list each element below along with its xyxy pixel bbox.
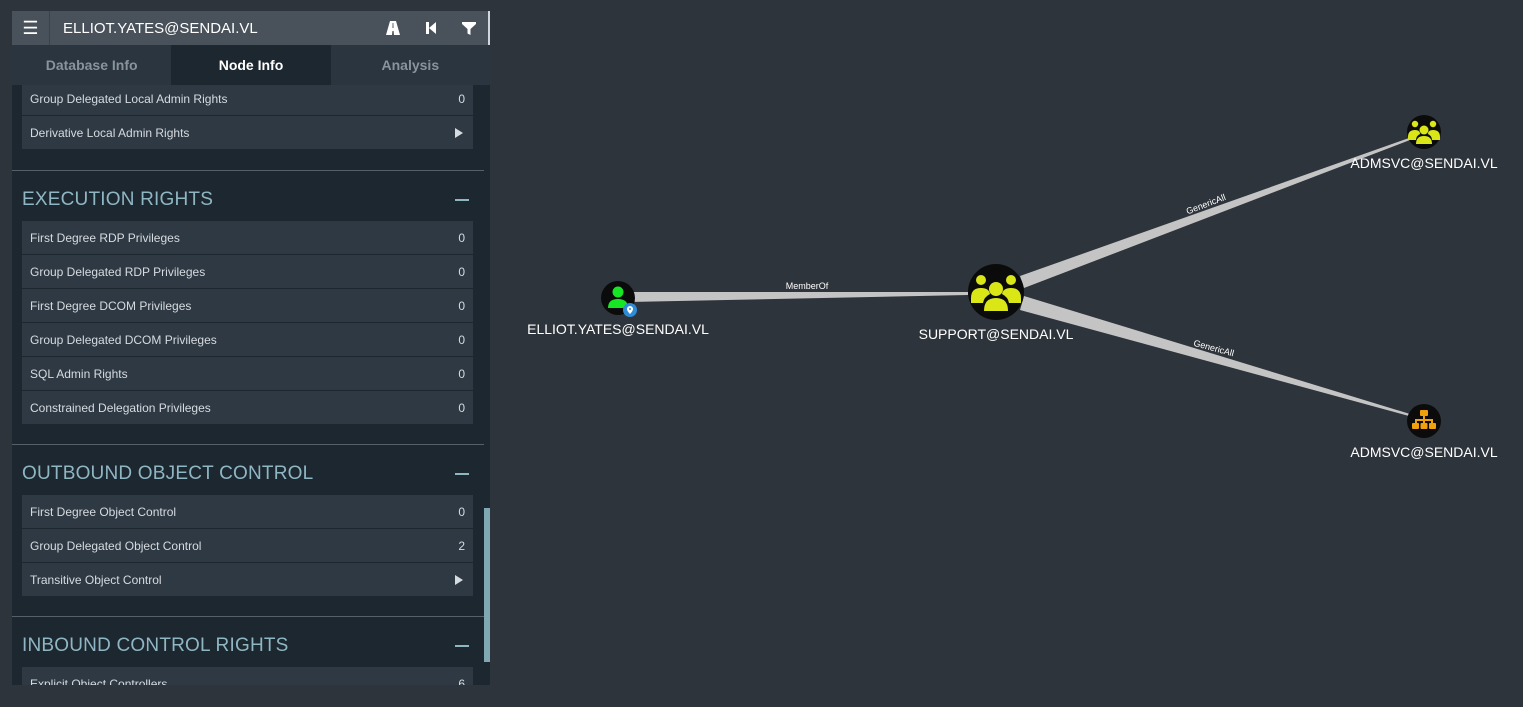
row-value: 0: [458, 264, 465, 279]
row-value: 0: [458, 366, 465, 381]
row-value: 0: [458, 298, 465, 313]
row-value: 0: [458, 332, 465, 347]
row-group-delegated-object-control[interactable]: Group Delegated Object Control 2: [22, 529, 473, 562]
minus-icon[interactable]: [455, 199, 469, 201]
hamburger-menu-icon[interactable]: ☰: [12, 11, 50, 45]
search-input[interactable]: ELLIOT.YATES@SENDAI.VL: [50, 20, 374, 37]
edge-genericall-ou[interactable]: GenericAll: [1020, 296, 1410, 416]
row-label: First Degree DCOM Privileges: [30, 298, 192, 313]
row-value: 0: [458, 504, 465, 519]
row-value: 0: [458, 230, 465, 245]
row-derivative-local-admin[interactable]: Derivative Local Admin Rights: [22, 116, 473, 149]
row-label: Transitive Object Control: [30, 572, 162, 587]
row-label: Derivative Local Admin Rights: [30, 125, 190, 140]
search-bar: ☰ ELLIOT.YATES@SENDAI.VL: [12, 11, 490, 45]
row-label: First Degree RDP Privileges: [30, 230, 180, 245]
section-divider: [12, 616, 484, 617]
row-label: First Degree Object Control: [30, 504, 177, 519]
tab-node-info[interactable]: Node Info: [171, 45, 331, 85]
tab-bar: Database Info Node Info Analysis: [12, 45, 490, 85]
section-outbound-object-control[interactable]: OUTBOUND OBJECT CONTROL: [22, 459, 473, 489]
section-execution-rights[interactable]: EXECUTION RIGHTS: [22, 185, 473, 215]
play-icon[interactable]: [455, 127, 463, 138]
node-user-elliot-yates[interactable]: ELLIOT.YATES@SENDAI.VL: [527, 281, 709, 337]
scrollbar-thumb[interactable]: [484, 508, 490, 662]
section-title-text: INBOUND CONTROL RIGHTS: [22, 635, 289, 656]
tab-database-info[interactable]: Database Info: [12, 45, 172, 85]
filter-icon[interactable]: [450, 11, 488, 45]
minus-icon[interactable]: [455, 645, 469, 647]
node-info-panel: Group Delegated Local Admin Rights 0 Der…: [12, 85, 484, 685]
section-title-text: EXECUTION RIGHTS: [22, 189, 214, 210]
row-first-degree-object-control[interactable]: First Degree Object Control 0: [22, 495, 473, 528]
row-value: 2: [458, 538, 465, 553]
tab-analysis[interactable]: Analysis: [330, 45, 490, 85]
row-group-delegated-dcom[interactable]: Group Delegated DCOM Privileges 0: [22, 323, 473, 356]
row-label: Group Delegated DCOM Privileges: [30, 332, 217, 347]
section-title-text: OUTBOUND OBJECT CONTROL: [22, 463, 314, 484]
minus-icon[interactable]: [455, 473, 469, 475]
row-first-degree-rdp[interactable]: First Degree RDP Privileges 0: [22, 221, 473, 254]
row-label: Group Delegated Local Admin Rights: [30, 91, 228, 106]
edge-memberof[interactable]: MemberOf: [628, 281, 968, 302]
row-label: Constrained Delegation Privileges: [30, 400, 211, 415]
scrollbar-track[interactable]: [484, 85, 490, 685]
step-backward-icon[interactable]: [412, 11, 450, 45]
row-group-delegated-rdp[interactable]: Group Delegated RDP Privileges 0: [22, 255, 473, 288]
play-icon[interactable]: [455, 574, 463, 585]
row-sql-admin[interactable]: SQL Admin Rights 0: [22, 357, 473, 390]
node-label-admsvc-ou: ADMSVC@SENDAI.VL: [1350, 444, 1497, 460]
row-group-delegated-local-admin[interactable]: Group Delegated Local Admin Rights 0: [22, 85, 473, 115]
row-transitive-object-control[interactable]: Transitive Object Control: [22, 563, 473, 596]
section-inbound-control-rights[interactable]: INBOUND CONTROL RIGHTS: [22, 631, 473, 661]
node-group-admsvc[interactable]: ADMSVC@SENDAI.VL: [1350, 115, 1498, 171]
edge-label-memberof: MemberOf: [786, 281, 829, 291]
map-marker-icon: [623, 303, 637, 317]
row-label: Group Delegated Object Control: [30, 538, 202, 553]
section-divider: [12, 444, 484, 445]
node-label-user: ELLIOT.YATES@SENDAI.VL: [527, 321, 709, 337]
row-label: Group Delegated RDP Privileges: [30, 264, 206, 279]
node-label-support: SUPPORT@SENDAI.VL: [919, 326, 1074, 342]
node-ou-admsvc[interactable]: ADMSVC@SENDAI.VL: [1350, 404, 1498, 460]
row-value: 0: [458, 91, 465, 106]
node-label-admsvc-group: ADMSVC@SENDAI.VL: [1350, 155, 1497, 171]
row-label: SQL Admin Rights: [30, 366, 128, 381]
road-icon[interactable]: [374, 11, 412, 45]
row-first-degree-dcom[interactable]: First Degree DCOM Privileges 0: [22, 289, 473, 322]
row-explicit-object-controllers[interactable]: Explicit Object Controllers 6: [22, 667, 473, 685]
row-label: Explicit Object Controllers: [30, 676, 168, 686]
row-value: 0: [458, 400, 465, 415]
row-constrained-delegation[interactable]: Constrained Delegation Privileges 0: [22, 391, 473, 424]
row-value: 6: [458, 676, 465, 686]
section-divider: [12, 170, 484, 171]
sidebar: ☰ ELLIOT.YATES@SENDAI.VL Database Info N…: [12, 11, 490, 685]
